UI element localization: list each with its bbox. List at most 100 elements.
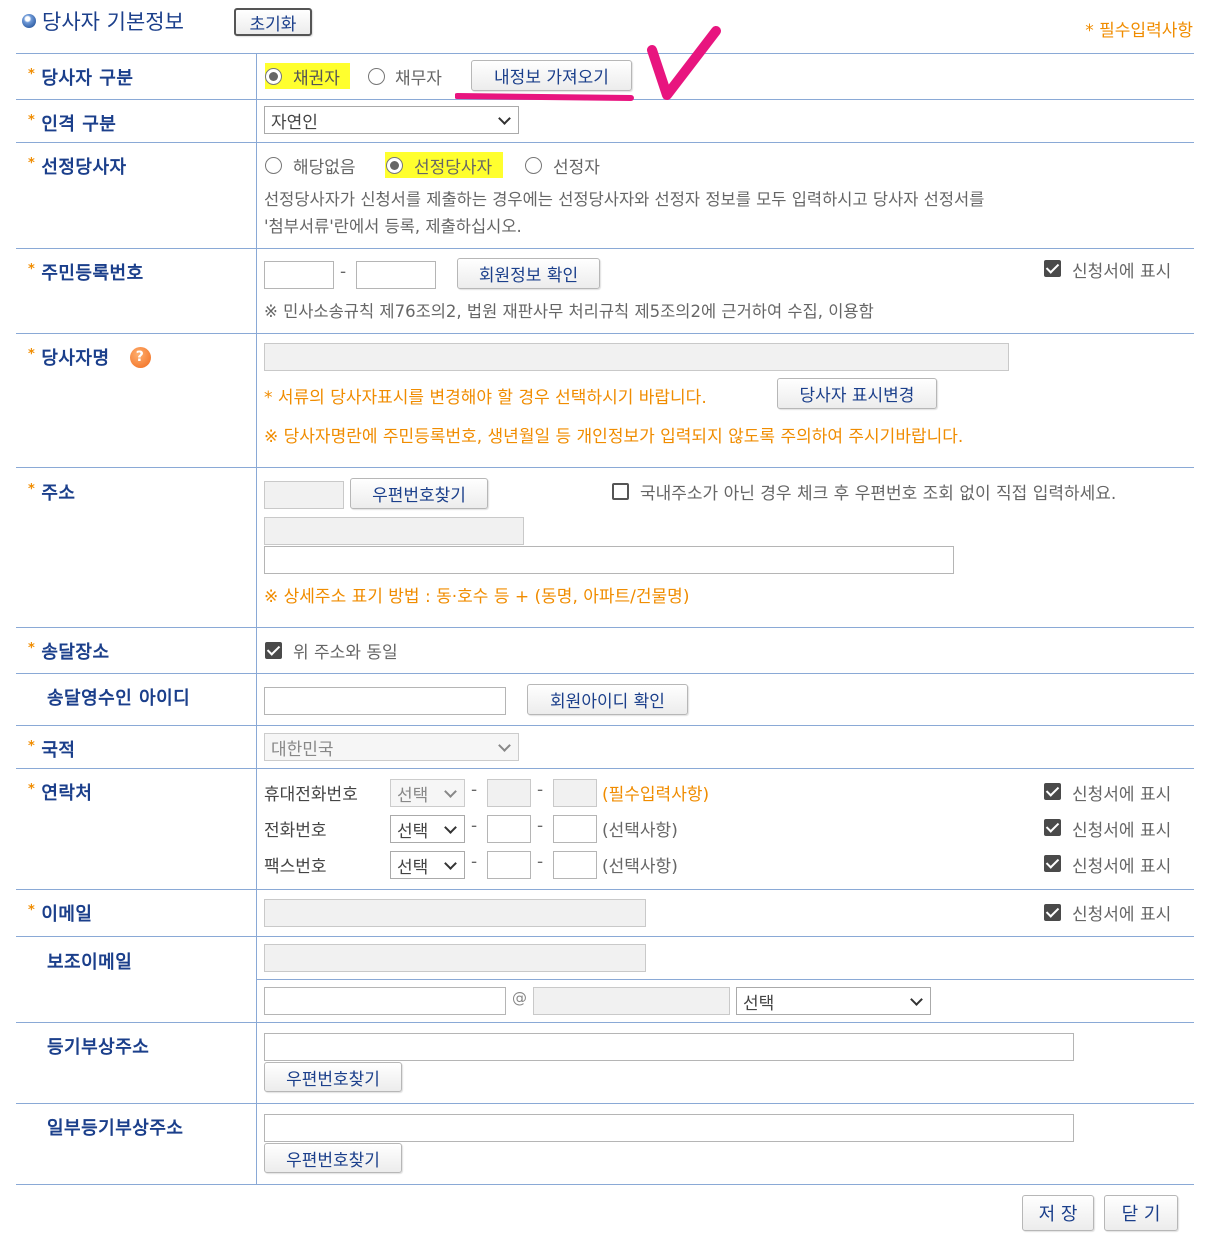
person-type-label: * 인격 구분: [28, 112, 117, 136]
row-divider: [16, 142, 1194, 143]
phone-separator: -: [537, 816, 544, 836]
save-button[interactable]: 저 장: [1022, 1195, 1094, 1231]
zipcode-input[interactable]: [264, 481, 344, 509]
email-display-checkbox[interactable]: [1044, 904, 1061, 921]
row-divider: [16, 725, 1194, 726]
party-name-label: * 당사자명?: [28, 344, 151, 370]
reset-button[interactable]: 초기화: [234, 8, 312, 36]
phone-last-input[interactable]: [553, 815, 597, 843]
registry-zip-search-button[interactable]: 우편번호찾기: [264, 1062, 402, 1092]
phone-display-checkbox[interactable]: [1044, 819, 1061, 836]
foreign-address-checkbox[interactable]: [612, 483, 629, 500]
registry-address-label: 등기부상주소: [47, 1037, 150, 1058]
row-divider: [16, 889, 1194, 890]
email-input[interactable]: [264, 899, 646, 927]
delivery-place-label: * 송달장소: [28, 640, 110, 664]
mobile-display-checkbox[interactable]: [1044, 783, 1061, 800]
creditor-radio[interactable]: [265, 68, 282, 85]
mobile-required-note: (필수입력사항): [602, 785, 710, 805]
nationality-label: * 국적: [28, 738, 76, 762]
required-star-icon: *: [28, 155, 36, 171]
mobile-middle-input[interactable]: [487, 779, 531, 807]
appointer-radio[interactable]: [525, 157, 542, 174]
address-detail-input[interactable]: [264, 546, 954, 574]
fax-label: 팩스번호: [264, 857, 327, 877]
resident-number-back-input[interactable]: [356, 261, 436, 289]
chevron-down-icon: [444, 857, 457, 870]
address-base-input[interactable]: [264, 517, 524, 545]
table-bottom-border: [16, 1184, 1194, 1185]
required-star-icon: *: [28, 66, 36, 82]
underline-mark: [455, 93, 634, 101]
row-divider: [16, 467, 1194, 468]
appointed-note-line1: 선정당사자가 신청서를 제출하는 경우에는 선정당사자와 선정자 정보를 모두 …: [264, 190, 985, 209]
page-title-text: 당사자 기본정보: [42, 10, 184, 34]
fax-last-input[interactable]: [553, 851, 597, 879]
mobile-label: 휴대전화번호: [264, 785, 358, 805]
debtor-radio[interactable]: [368, 68, 385, 85]
resident-display-checkbox[interactable]: [1044, 260, 1061, 277]
person-type-select[interactable]: 자연인: [264, 106, 519, 134]
required-star-icon: *: [28, 112, 36, 128]
fax-display-checkbox[interactable]: [1044, 855, 1061, 872]
title-bullet-icon: [22, 14, 36, 28]
fax-display-label: 신청서에 표시: [1072, 857, 1172, 877]
chevron-down-icon: [444, 821, 457, 834]
row-divider: [16, 936, 1194, 937]
at-sign: @: [512, 989, 527, 1007]
delivery-receiver-label: 송달영수인 아이디: [47, 688, 191, 709]
help-icon[interactable]: ?: [129, 346, 151, 368]
row-divider: [16, 673, 1194, 674]
party-name-privacy-note: ※ 당사자명란에 주민등록번호, 생년월일 등 개인정보가 입력되지 않도록 주…: [264, 427, 964, 447]
party-name-input[interactable]: [264, 343, 1009, 371]
nationality-select[interactable]: 대한민국: [264, 733, 519, 761]
phone-prefix-select[interactable]: 선택: [390, 815, 465, 843]
chevron-down-icon: [498, 112, 511, 125]
required-star-icon: *: [28, 640, 36, 656]
verify-member-button[interactable]: 회원정보 확인: [457, 258, 600, 289]
required-note: * 필수입력사항: [1085, 21, 1193, 41]
same-address-checkbox[interactable]: [265, 642, 282, 659]
appointed-party-option-label: 선정당사자: [414, 158, 493, 178]
check-mark-icon: [647, 26, 721, 100]
label-column-divider: [256, 53, 257, 1184]
fax-middle-input[interactable]: [487, 851, 531, 879]
fax-separator: -: [537, 852, 544, 872]
appointed-note-line2: '첨부서류'란에서 등록, 제출하십시오.: [264, 217, 522, 236]
email-label: * 이메일: [28, 902, 93, 926]
fax-separator: -: [471, 852, 478, 872]
partial-registry-zip-search-button[interactable]: 우편번호찾기: [264, 1143, 402, 1173]
phone-display-label: 신청서에 표시: [1072, 821, 1172, 841]
phone-optional-note: (선택사항): [602, 821, 678, 841]
sub-email-domain-select[interactable]: 선택: [736, 987, 931, 1015]
contact-label: * 연락처: [28, 781, 93, 805]
appointed-none-radio[interactable]: [265, 157, 282, 174]
party-type-label: * 당사자 구분: [28, 66, 134, 90]
sub-email-display-input[interactable]: [264, 944, 646, 972]
required-star-icon: *: [28, 738, 36, 754]
row-divider: [16, 627, 1194, 628]
partial-registry-address-input[interactable]: [264, 1114, 1074, 1142]
phone-label: 전화번호: [264, 821, 327, 841]
appointed-none-label: 해당없음: [293, 158, 356, 178]
resident-legal-note: ※ 민사소송규칙 제76조의2, 법원 재판사무 처리규칙 제5조의2에 근거하…: [264, 302, 874, 321]
close-button[interactable]: 닫 기: [1104, 1195, 1178, 1231]
mobile-prefix-select[interactable]: 선택: [390, 779, 465, 807]
mobile-last-input[interactable]: [553, 779, 597, 807]
resident-number-front-input[interactable]: [264, 261, 334, 289]
address-zip-search-button[interactable]: 우편번호찾기: [350, 478, 488, 509]
mobile-separator: -: [537, 780, 544, 800]
verify-member-id-button[interactable]: 회원아이디 확인: [527, 684, 688, 715]
registry-address-input[interactable]: [264, 1033, 1074, 1061]
fax-prefix-select[interactable]: 선택: [390, 851, 465, 879]
page-title: 당사자 기본정보: [22, 6, 184, 36]
appointed-party-radio[interactable]: [386, 157, 403, 174]
mobile-separator: -: [471, 780, 478, 800]
sub-email-domain-input[interactable]: [533, 987, 730, 1015]
sub-email-id-input[interactable]: [264, 987, 506, 1015]
fax-optional-note: (선택사항): [602, 857, 678, 877]
change-party-display-button[interactable]: 당사자 표시변경: [777, 378, 937, 409]
partial-registry-address-label: 일부등기부상주소: [47, 1118, 184, 1139]
delivery-receiver-input[interactable]: [264, 687, 506, 715]
phone-middle-input[interactable]: [487, 815, 531, 843]
